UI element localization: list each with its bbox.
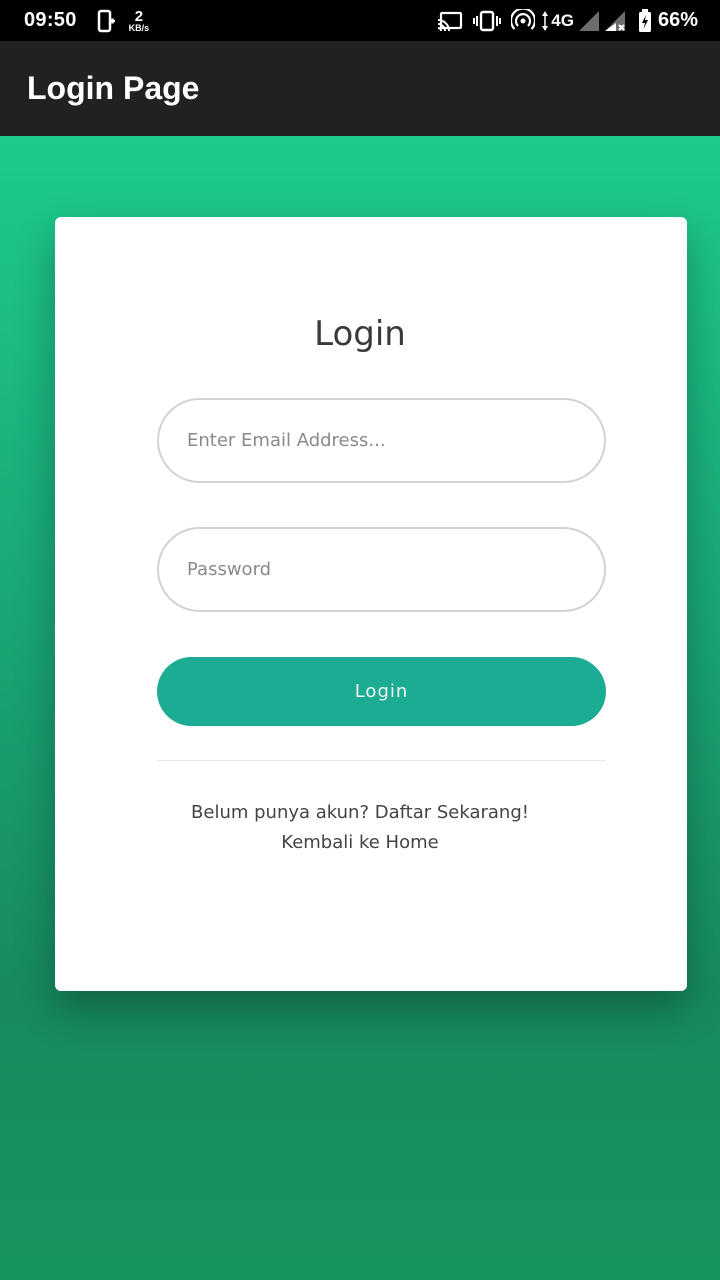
- network-type: 4G: [551, 10, 574, 30]
- signal-icon: [578, 10, 600, 32]
- battery-percent: 66%: [657, 9, 698, 31]
- app-bar: Login Page: [0, 41, 720, 136]
- data-arrows-icon: [541, 10, 549, 32]
- status-bar-right: 4G 66%: [427, 8, 698, 33]
- login-heading: Login: [314, 314, 406, 354]
- hotspot-icon: [511, 8, 536, 33]
- email-input[interactable]: [157, 398, 606, 483]
- network-speed: 2 KB/s: [129, 9, 150, 33]
- password-input[interactable]: [157, 527, 606, 612]
- network-speed-value: 2: [134, 7, 144, 25]
- divider: [157, 760, 606, 761]
- sim-card-icon: [97, 9, 115, 33]
- network-speed-unit: KB/s: [128, 22, 150, 33]
- register-link[interactable]: Belum punya akun? Daftar Sekarang!: [0, 802, 720, 823]
- back-to-home-link[interactable]: Kembali ke Home: [0, 832, 720, 853]
- vibrate-icon: [473, 10, 502, 32]
- status-time: 09:50: [24, 9, 77, 31]
- cast-icon: [437, 11, 463, 31]
- battery-charging-icon: [638, 8, 652, 33]
- status-bar-left: 09:50 2 KB/s: [24, 9, 149, 33]
- login-button[interactable]: Login: [157, 657, 606, 726]
- status-bar: 09:50 2 KB/s 4G 66%: [0, 0, 720, 41]
- page-title: Login Page: [27, 70, 200, 106]
- signal-x-icon: [604, 10, 626, 32]
